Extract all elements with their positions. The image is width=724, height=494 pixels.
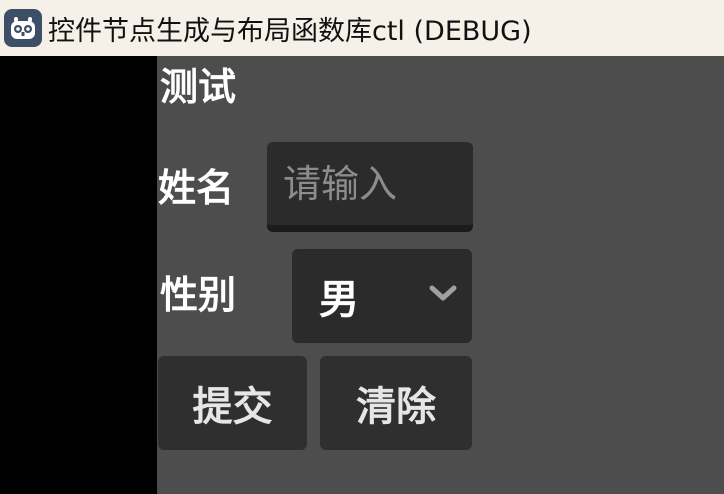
clear-button[interactable]: 清除 — [320, 356, 472, 450]
godot-engine-icon — [4, 9, 42, 47]
gender-select-value: 男 — [319, 277, 359, 323]
name-label: 姓名 — [158, 166, 235, 210]
form-panel: 测试 姓名 性别 男 提交 清除 — [157, 56, 724, 494]
chevron-down-icon — [428, 283, 458, 303]
title-bar[interactable]: 控件节点生成与布局函数库ctl (DEBUG) — [0, 0, 724, 56]
gender-select[interactable]: 男 — [292, 249, 472, 343]
submit-button[interactable]: 提交 — [158, 356, 307, 450]
window-title: 控件节点生成与布局函数库ctl (DEBUG) — [48, 15, 532, 47]
left-pane — [0, 56, 157, 494]
app-window: 控件节点生成与布局函数库ctl (DEBUG) 测试 姓名 性别 男 提交 清除 — [0, 0, 724, 494]
gender-label: 性别 — [160, 273, 237, 317]
form-heading: 测试 — [160, 65, 237, 109]
name-input[interactable] — [267, 142, 473, 230]
